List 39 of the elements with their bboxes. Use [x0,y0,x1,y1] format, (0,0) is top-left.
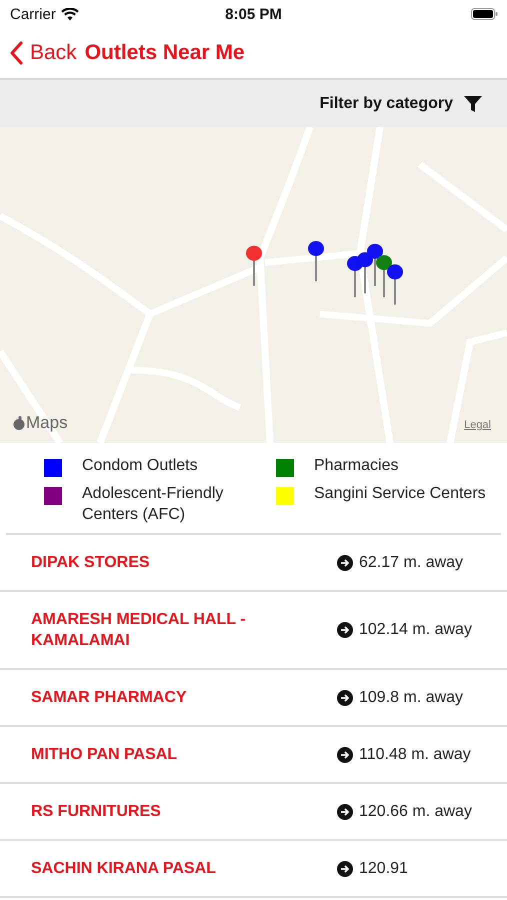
arrow-circle-icon [337,746,353,762]
maps-label: Maps [26,413,68,433]
distance-label: 120.66 m. away [359,802,472,820]
outlet-row[interactable]: SACHIN KIRANA PASAL 120.91 [0,841,507,898]
outlet-row[interactable]: AMARESH MEDICAL HALL - KAMALAMAI 102.14 m. away [0,592,507,670]
carrier-label: Carrier [10,6,56,22]
outlet-row[interactable]: SAMAR PHARMACY 109.8 m. away [0,670,507,727]
outlet-row[interactable]: DIPAK STORES 62.17 m. away [0,535,507,592]
legal-link[interactable]: Legal [464,419,491,431]
legend-label: Sangini Service Centers [314,484,486,504]
wifi-icon [60,8,79,20]
distance-label: 120.91 [359,860,408,878]
arrow-circle-icon [337,690,353,706]
chevron-left-icon [10,41,24,65]
distance-label: 110.48 m. away [359,746,471,764]
distance-label: 62.17 m. away [359,554,464,572]
outlet-name: RS FURNITURES [31,802,162,822]
arrow-circle-icon [337,554,353,570]
legend-label: Adolescent-Friendly Centers (AFC) [82,484,224,525]
distance-label: 102.14 m. away [359,621,472,639]
battery-icon [471,8,498,20]
outlet-row[interactable]: MITHO PAN PASAL 110.48 m. away [0,727,507,784]
legend-label: Pharmacies [314,456,398,476]
outlet-name: DIPAK STORES [31,553,151,573]
status-time: 8:05 PM [225,6,282,22]
outlet-name: SAMAR PHARMACY [31,688,188,708]
outlet-row[interactable]: RS FURNITURES 120.66 m. away [0,784,507,841]
filter-button[interactable]: Filter by category [320,94,483,114]
back-button[interactable]: Back [10,41,77,65]
outlet-name: AMARESH MEDICAL HALL - KAMALAMAI [31,610,247,651]
legend-label: Condom Outlets [82,456,198,476]
outlet-name: SACHIN KIRANA PASAL [31,859,217,879]
filter-icon [463,94,483,114]
arrow-circle-icon [337,804,353,820]
arrow-circle-icon [337,860,353,876]
arrow-circle-icon [337,622,353,638]
outlet-name: MITHO PAN PASAL [31,745,178,765]
screen-title: Outlets Near Me [84,41,245,65]
distance-label: 109.8 m. away [359,688,464,706]
